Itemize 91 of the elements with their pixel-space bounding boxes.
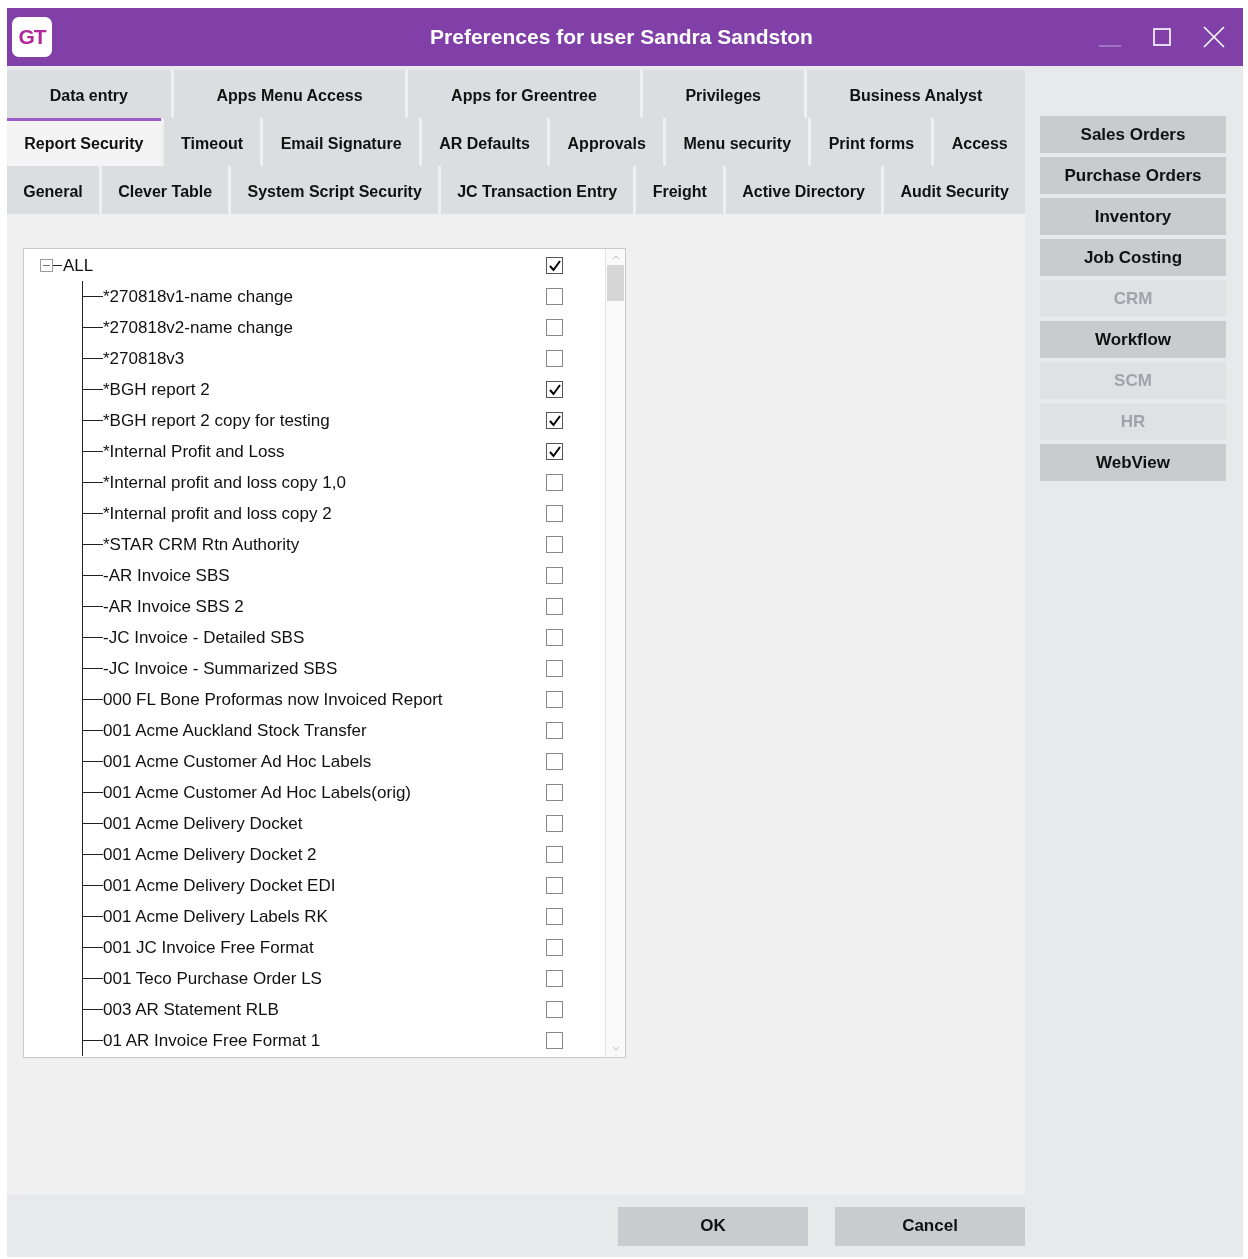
tree-item[interactable]: 001 Acme Delivery Labels RK [103, 906, 328, 927]
module-button[interactable]: Workflow [1040, 321, 1226, 358]
checkbox[interactable] [546, 908, 563, 925]
tab[interactable]: AR Defaults [421, 118, 548, 166]
checkbox[interactable] [546, 815, 563, 832]
tree-item[interactable]: 001 Acme Customer Ad Hoc Labels(orig) [103, 782, 412, 803]
tab[interactable]: Access [934, 118, 1026, 166]
tree-item[interactable]: ALL [63, 255, 94, 276]
tree-item[interactable]: -AR Invoice SBS 2 [103, 596, 244, 617]
checkbox[interactable] [546, 660, 563, 677]
tree-item[interactable]: *Internal Profit and Loss [103, 441, 285, 462]
tree-item[interactable]: 001 Acme Auckland Stock Transfer [103, 720, 367, 741]
collapse-icon[interactable] [40, 259, 53, 272]
tree-item[interactable]: *BGH report 2 copy for testing [103, 410, 330, 431]
scroll-down-icon[interactable] [610, 1045, 621, 1053]
checkbox[interactable] [546, 350, 563, 367]
tree-item[interactable]: *STAR CRM Rtn Authority [103, 534, 300, 555]
checkbox[interactable] [546, 536, 563, 553]
tab[interactable]: Apps for Greentree [408, 70, 640, 118]
tree-item[interactable]: *270818v2-name change [103, 317, 293, 338]
tree-item[interactable]: 001 Acme Delivery Docket 2 [103, 844, 317, 865]
tab[interactable]: General [7, 166, 99, 214]
checkbox[interactable] [546, 877, 563, 894]
tree-item[interactable]: *270818v1-name change [103, 286, 293, 307]
module-button[interactable]: Inventory [1040, 198, 1226, 235]
checkbox[interactable] [546, 784, 563, 801]
tab[interactable]: System Script Security [231, 166, 439, 214]
tab[interactable]: Apps Menu Access [173, 70, 406, 118]
checkbox[interactable] [546, 257, 563, 274]
checkbox[interactable] [546, 722, 563, 739]
scroll-up-icon[interactable] [610, 253, 621, 261]
tree-item[interactable]: 001 Teco Purchase Order LS [103, 968, 322, 989]
tree-item[interactable]: *Internal profit and loss copy 1,0 [103, 472, 346, 493]
tab[interactable]: Print forms [811, 118, 932, 166]
tab[interactable]: Privileges [642, 70, 804, 118]
tree-item[interactable]: 000 FL Bone Proformas now Invoiced Report [103, 689, 443, 710]
tab[interactable]: Report Security [7, 118, 161, 166]
maximize-icon [1153, 28, 1171, 46]
tab[interactable]: Timeout [163, 118, 261, 166]
checkbox[interactable] [546, 412, 563, 429]
tree-item[interactable]: *Internal profit and loss copy 2 [103, 503, 332, 524]
dialog-button[interactable]: OK [618, 1206, 808, 1246]
tab[interactable]: Business Analyst [806, 70, 1025, 118]
minimize-icon [1099, 45, 1121, 47]
tab[interactable]: Audit Security [884, 166, 1026, 214]
tree-item[interactable]: *270818v3 [103, 348, 185, 369]
checkbox[interactable] [546, 939, 563, 956]
checkbox[interactable] [546, 970, 563, 987]
app-logo: GT [12, 17, 52, 57]
close-icon [1203, 26, 1225, 48]
tree-item[interactable]: -JC Invoice - Detailed SBS [103, 627, 305, 648]
tree-line [53, 265, 62, 266]
tab[interactable]: Menu security [666, 118, 809, 166]
tree-item[interactable]: -AR Invoice SBS [103, 565, 230, 586]
checkbox[interactable] [546, 1001, 563, 1018]
checkbox[interactable] [546, 474, 563, 491]
module-button[interactable]: Sales Orders [1040, 116, 1226, 153]
scrollbar[interactable] [605, 249, 625, 1057]
tree-item[interactable]: 001 Acme Customer Ad Hoc Labels [103, 751, 372, 772]
tab[interactable]: JC Transaction Entry [441, 166, 634, 214]
checkbox[interactable] [546, 443, 563, 460]
tree-item[interactable]: 001 Acme Delivery Docket [103, 813, 303, 834]
checkbox[interactable] [546, 629, 563, 646]
tab[interactable]: Clever Table [102, 166, 229, 214]
tree-item[interactable]: 01 AR Invoice Free Format 1 [103, 1030, 321, 1051]
checkbox[interactable] [546, 381, 563, 398]
module-button[interactable]: WebView [1040, 444, 1226, 481]
tab[interactable]: Freight [636, 166, 724, 214]
tree-item[interactable]: 001 JC Invoice Free Format [103, 937, 314, 958]
tree-item[interactable]: 003 AR Statement RLB [103, 999, 279, 1020]
tab[interactable]: Approvals [550, 118, 664, 166]
tree-item[interactable]: *BGH report 2 [103, 379, 210, 400]
checkbox[interactable] [546, 505, 563, 522]
tree-item[interactable]: -JC Invoice - Summarized SBS [103, 658, 338, 679]
tab[interactable]: Data entry [7, 70, 171, 118]
checkbox[interactable] [546, 846, 563, 863]
checkbox[interactable] [546, 598, 563, 615]
checkbox[interactable] [546, 319, 563, 336]
tab[interactable]: Email Signature [263, 118, 419, 166]
module-button[interactable]: Job Costing [1040, 239, 1226, 276]
checkbox[interactable] [546, 753, 563, 770]
checkbox[interactable] [546, 691, 563, 708]
checkbox[interactable] [546, 1032, 563, 1049]
module-button[interactable]: Purchase Orders [1040, 157, 1226, 194]
dialog-button[interactable]: Cancel [835, 1206, 1025, 1246]
scroll-thumb[interactable] [607, 265, 624, 301]
tab[interactable]: Active Directory [726, 166, 882, 214]
tree-item[interactable]: 001 Acme Delivery Docket EDI [103, 875, 336, 896]
checkbox[interactable] [546, 567, 563, 584]
checkbox[interactable] [546, 288, 563, 305]
window-title: Preferences for user Sandra Sandston [429, 25, 814, 49]
